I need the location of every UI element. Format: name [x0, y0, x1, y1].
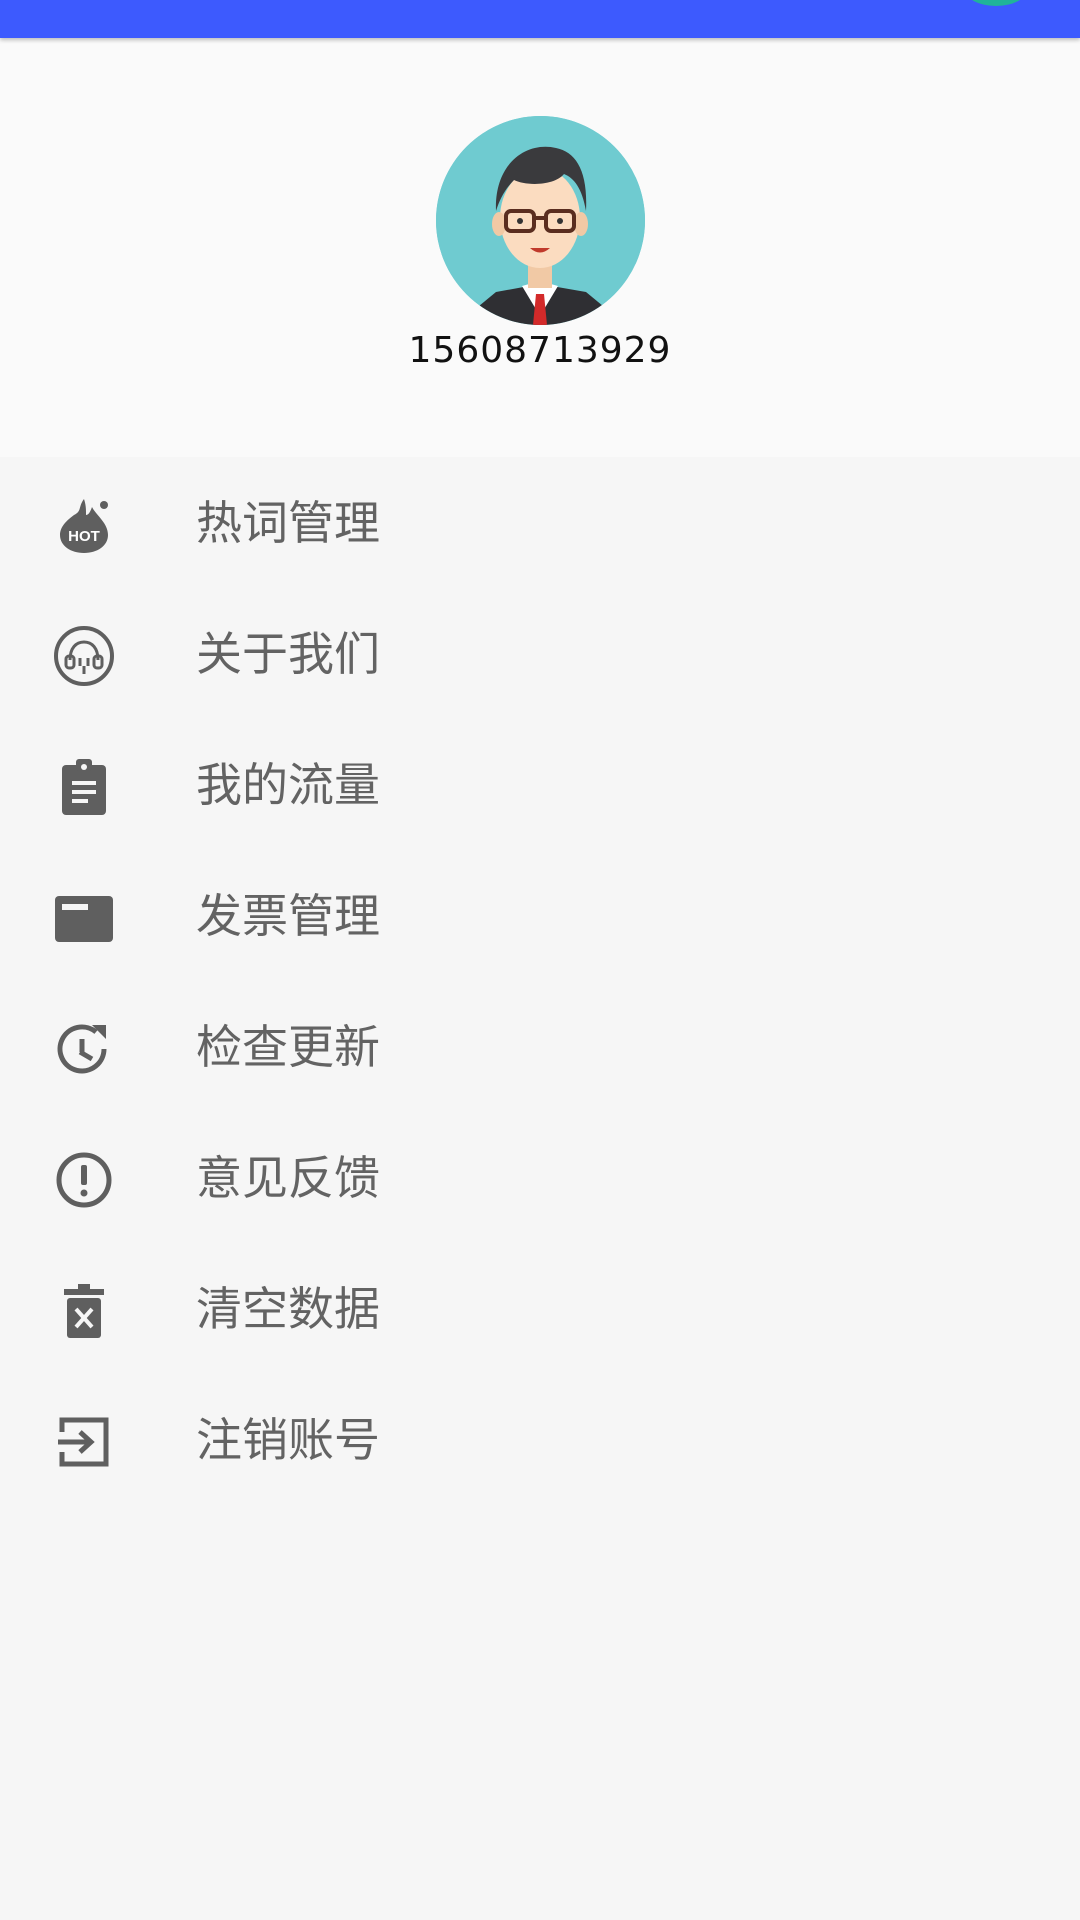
avatar[interactable]	[436, 116, 645, 325]
trash-icon	[52, 1279, 116, 1343]
menu-item-about-us[interactable]: 关于我们	[0, 588, 1080, 719]
app-bar	[0, 0, 1080, 38]
menu-item-feedback[interactable]: 意见反馈	[0, 1112, 1080, 1243]
menu-item-my-data-usage[interactable]: 我的流量	[0, 719, 1080, 850]
invoice-card-icon	[52, 886, 116, 950]
phone-number: 15608713929	[408, 330, 672, 371]
drawer-menu: HOT 热词管理 关于我们 我的流量 发票管理 检查更新 意见反馈 清空数据 注…	[0, 457, 1080, 1505]
logout-icon	[52, 1410, 116, 1474]
feedback-alert-icon	[52, 1148, 116, 1212]
menu-item-label: 我的流量	[196, 758, 380, 812]
menu-item-label: 热词管理	[196, 496, 380, 550]
hot-icon: HOT	[52, 493, 116, 557]
menu-item-label: 注销账号	[196, 1413, 380, 1467]
menu-item-invoice-management[interactable]: 发票管理	[0, 850, 1080, 981]
floating-action-button[interactable]	[964, 0, 1028, 6]
svg-text:HOT: HOT	[68, 528, 100, 545]
menu-item-label: 清空数据	[196, 1282, 380, 1336]
profile-header: 15608713929	[0, 38, 1080, 457]
menu-item-logout-account[interactable]: 注销账号	[0, 1374, 1080, 1505]
menu-item-hot-words[interactable]: HOT 热词管理	[0, 457, 1080, 588]
clipboard-icon	[52, 755, 116, 819]
menu-item-label: 发票管理	[196, 889, 380, 943]
menu-item-label: 意见反馈	[196, 1151, 380, 1205]
menu-item-label: 关于我们	[196, 627, 380, 681]
menu-item-clear-data[interactable]: 清空数据	[0, 1243, 1080, 1374]
menu-item-label: 检查更新	[196, 1020, 380, 1074]
update-clock-icon	[52, 1017, 116, 1081]
menu-item-check-update[interactable]: 检查更新	[0, 981, 1080, 1112]
support-headset-icon	[52, 624, 116, 688]
